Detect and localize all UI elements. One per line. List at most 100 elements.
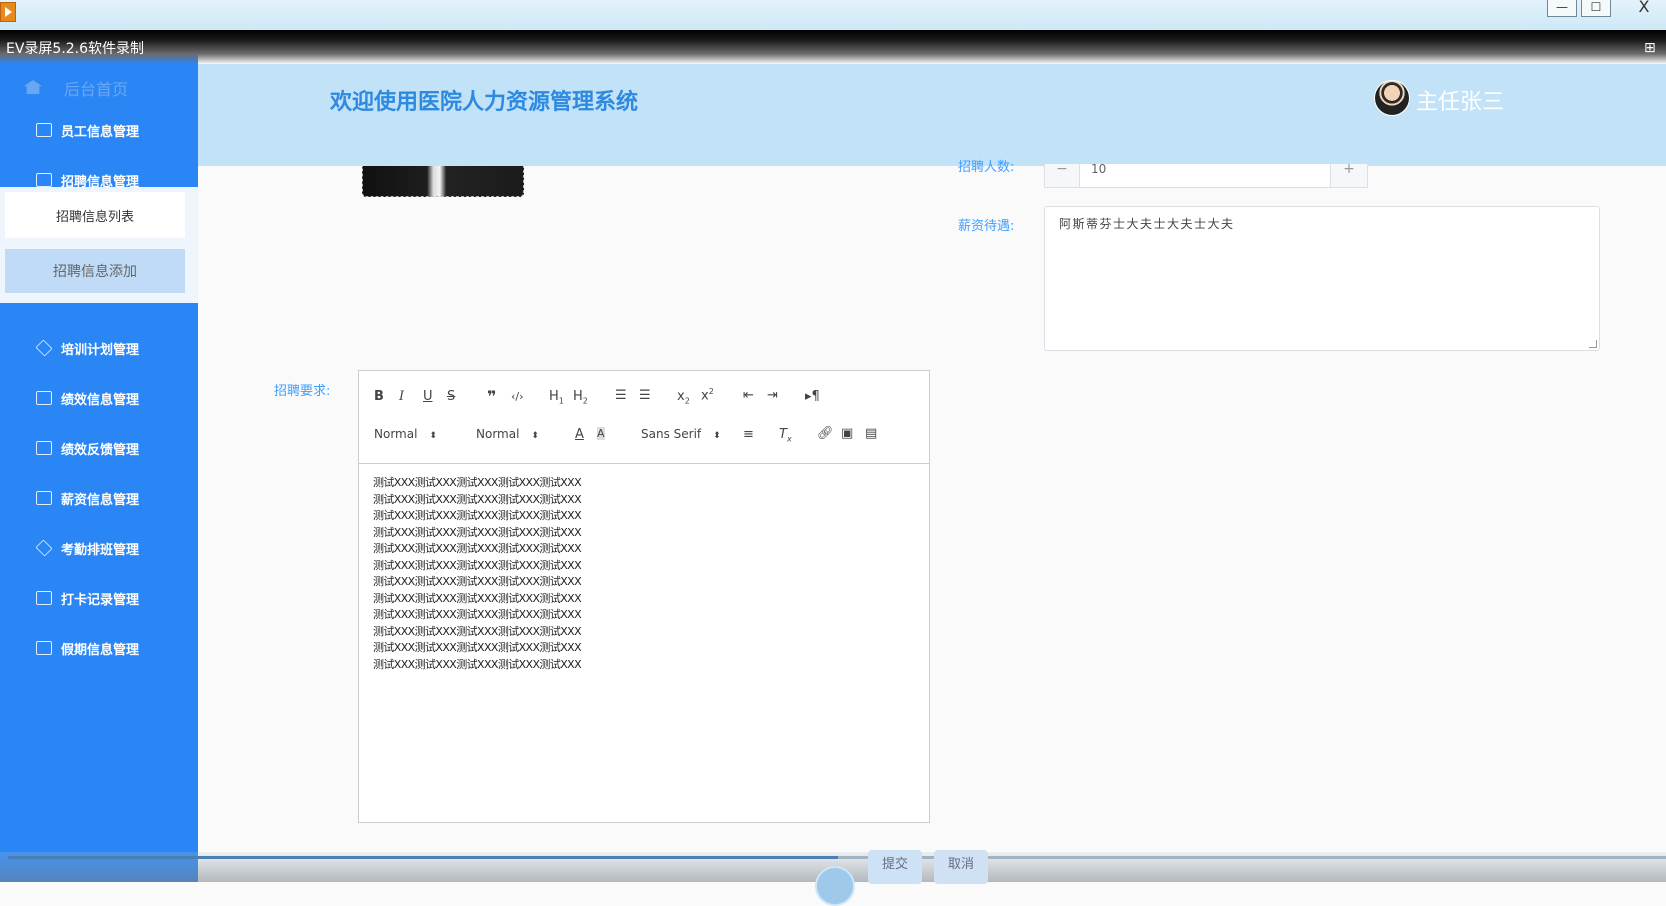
header1-icon[interactable]: H1 xyxy=(549,389,564,406)
editor-line: 测试XXX测试XXX测试XXX测试XXX测试XXX xyxy=(373,558,582,572)
recruitment-submenu: 招聘信息列表 招聘信息添加 xyxy=(0,187,198,303)
align-icon[interactable]: ≡ xyxy=(743,427,754,442)
minimize-button[interactable]: — xyxy=(1547,0,1577,17)
subscript-icon[interactable]: x2 xyxy=(677,389,690,406)
image-icon[interactable]: ▣ xyxy=(841,426,853,441)
underline-icon[interactable]: U xyxy=(423,389,433,404)
sidebar-item-label: 薪资信息管理 xyxy=(61,492,140,508)
recorder-title-bar xyxy=(0,0,1666,30)
link-icon[interactable]: 🔗︎ xyxy=(817,426,834,441)
increment-button[interactable]: + xyxy=(1330,162,1367,187)
user-name[interactable]: 主任张三 xyxy=(1416,84,1504,116)
superscript-icon[interactable]: x2 xyxy=(701,387,714,403)
editor-line: 测试XXX测试XXX测试XXX测试XXX测试XXX xyxy=(373,641,582,654)
recording-progress-bar[interactable] xyxy=(8,856,1666,859)
headcount-label: 招聘人数: xyxy=(958,160,1015,175)
editor-line: 测试XXX测试XXX测试XXX测试XXX测试XXX xyxy=(373,542,582,555)
video-icon[interactable]: ▤ xyxy=(865,426,877,441)
chart-icon xyxy=(36,391,52,405)
header-picker-value: Normal xyxy=(374,427,418,441)
editor-content[interactable]: 测试XXX测试XXX测试XXX测试XXX测试XXX 测试XXX测试XXX测试XXX… xyxy=(373,475,582,673)
sidebar-item-leave[interactable]: 假期信息管理 xyxy=(0,628,198,668)
font-picker-value: Sans Serif xyxy=(641,427,702,441)
maximize-button[interactable]: ☐ xyxy=(1581,0,1611,17)
sidebar-item-performance[interactable]: 绩效信息管理 xyxy=(0,378,198,418)
sidebar-item-label: 培训计划管理 xyxy=(61,342,140,358)
resize-handle-icon[interactable] xyxy=(1589,340,1597,348)
sidebar-item-clock-records[interactable]: 打卡记录管理 xyxy=(0,578,198,618)
editor-line: 测试XXX测试XXX测试XXX测试XXX测试XXX xyxy=(373,476,582,489)
salary-value: 阿斯蒂芬士大夫士大夫士大夫 xyxy=(1059,217,1235,231)
font-picker[interactable]: Sans Serif ⬍ xyxy=(641,427,721,441)
profile-photo[interactable] xyxy=(362,166,524,197)
edit-icon xyxy=(36,591,52,605)
blockquote-icon[interactable]: ❞ xyxy=(487,387,496,406)
header-picker[interactable]: Normal ⬍ xyxy=(374,427,437,441)
editor-line: 测试XXX测试XXX测试XXX测试XXX测试XXX xyxy=(373,624,582,638)
yen-doc-icon xyxy=(36,641,52,655)
decrement-button[interactable]: − xyxy=(1045,162,1080,187)
clear-format-icon[interactable]: Tx xyxy=(779,427,792,444)
progress-fill xyxy=(8,856,838,859)
recorder-logo-icon xyxy=(0,2,16,22)
diamond-icon xyxy=(35,339,53,357)
submenu-item-recruitment-add[interactable]: 招聘信息添加 xyxy=(5,249,185,293)
sidebar-item-label: 假期信息管理 xyxy=(61,642,140,658)
italic-icon[interactable]: I xyxy=(399,389,404,404)
page-title: 欢迎使用医院人力资源管理系统 xyxy=(330,90,639,115)
editor-line: 测试XXX测试XXX测试XXX测试XXX测试XXX xyxy=(373,525,582,539)
header2-icon[interactable]: H2 xyxy=(573,389,588,406)
picker-arrow-icon: ⬍ xyxy=(429,431,437,441)
sidebar-item-employee[interactable]: 员工信息管理 xyxy=(0,110,198,150)
yen-doc-icon xyxy=(36,441,52,455)
cancel-button[interactable]: 取消 xyxy=(934,850,988,884)
salary-label: 薪资待遇: xyxy=(958,219,1015,234)
size-picker-value: Normal xyxy=(476,427,520,441)
text-direction-icon[interactable]: ▸¶ xyxy=(805,389,820,404)
home-icon xyxy=(24,80,42,94)
recorder-overlay-band xyxy=(0,30,1666,64)
editor-line: 测试XXX测试XXX测试XXX测试XXX测试XXX xyxy=(373,608,582,621)
rich-text-editor: B I U S ❞ ‹/› H1 H2 ☰ ☰ x2 x2 ⇤ ⇥ ▸¶ Nor… xyxy=(358,370,930,823)
editor-line: 测试XXX测试XXX测试XXX测试XXX测试XXX xyxy=(373,509,582,522)
picker-arrow-icon: ⬍ xyxy=(713,431,721,441)
strike-icon[interactable]: S xyxy=(447,389,455,404)
edit-icon xyxy=(36,173,52,187)
edit-icon xyxy=(36,491,52,505)
avatar[interactable] xyxy=(1374,80,1410,116)
background-color-icon[interactable]: A xyxy=(597,427,605,440)
sidebar-item-label: 绩效反馈管理 xyxy=(61,442,140,458)
ordered-list-icon[interactable]: ☰ xyxy=(615,388,627,403)
text-color-icon[interactable]: A xyxy=(575,427,584,442)
close-button[interactable]: X xyxy=(1630,0,1658,16)
bold-icon[interactable]: B xyxy=(374,389,384,404)
editor-line: 测试XXX测试XXX测试XXX测试XXX测试XXX xyxy=(373,575,582,588)
submit-button[interactable]: 提交 xyxy=(868,850,922,884)
chart-icon xyxy=(36,123,52,137)
sidebar-item-label: 打卡记录管理 xyxy=(61,592,140,608)
sidebar-item-salary[interactable]: 薪资信息管理 xyxy=(0,478,198,518)
grid-icon[interactable]: ⊞ xyxy=(1644,40,1660,56)
sidebar-item-home[interactable]: 后台首页 xyxy=(64,76,128,100)
submenu-item-recruitment-list[interactable]: 招聘信息列表 xyxy=(5,192,185,238)
headcount-stepper[interactable]: − 10 + xyxy=(1044,162,1368,188)
editor-line: 测试XXX测试XXX测试XXX测试XXX测试XXX xyxy=(373,591,582,605)
recorder-watermark: EV录屏5.2.6软件录制 xyxy=(6,41,145,57)
sidebar-item-label: 绩效信息管理 xyxy=(61,392,140,408)
salary-textarea[interactable]: 阿斯蒂芬士大夫士大夫士大夫 xyxy=(1044,206,1600,351)
code-block-icon[interactable]: ‹/› xyxy=(511,390,524,403)
size-picker[interactable]: Normal ⬍ xyxy=(476,427,539,441)
editor-line: 测试XXX测试XXX测试XXX测试XXX测试XXX xyxy=(373,657,582,671)
sidebar-item-label: 员工信息管理 xyxy=(61,124,140,140)
sidebar: 后台首页 员工信息管理 招聘信息管理 招聘信息列表 招聘信息添加 培训计划管理 … xyxy=(0,30,198,882)
sidebar-item-attendance[interactable]: 考勤排班管理 xyxy=(0,528,198,568)
sidebar-item-training[interactable]: 培训计划管理 xyxy=(0,328,198,368)
bullet-list-icon[interactable]: ☰ xyxy=(639,388,651,403)
outdent-icon[interactable]: ⇤ xyxy=(743,388,754,403)
headcount-value[interactable]: 10 xyxy=(1091,162,1106,176)
editor-toolbar: B I U S ❞ ‹/› H1 H2 ☰ ☰ x2 x2 ⇤ ⇥ ▸¶ Nor… xyxy=(359,371,929,464)
play-control-icon[interactable] xyxy=(815,866,855,906)
indent-icon[interactable]: ⇥ xyxy=(767,388,778,403)
picker-arrow-icon: ⬍ xyxy=(531,431,539,441)
sidebar-item-performance-feedback[interactable]: 绩效反馈管理 xyxy=(0,428,198,468)
